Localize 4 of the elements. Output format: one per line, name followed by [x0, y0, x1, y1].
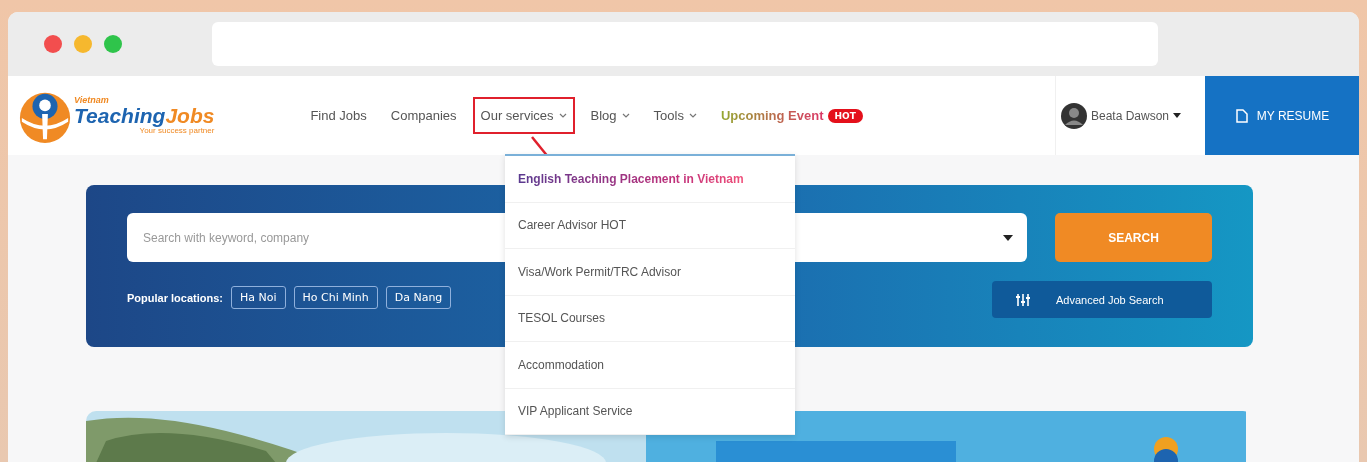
popular-locations-label: Popular locations: — [127, 291, 223, 304]
logo-subtitle: Vietnam — [74, 96, 110, 105]
logo-tagline: Your success partner — [139, 127, 215, 135]
hot-badge: HOT — [827, 108, 863, 123]
